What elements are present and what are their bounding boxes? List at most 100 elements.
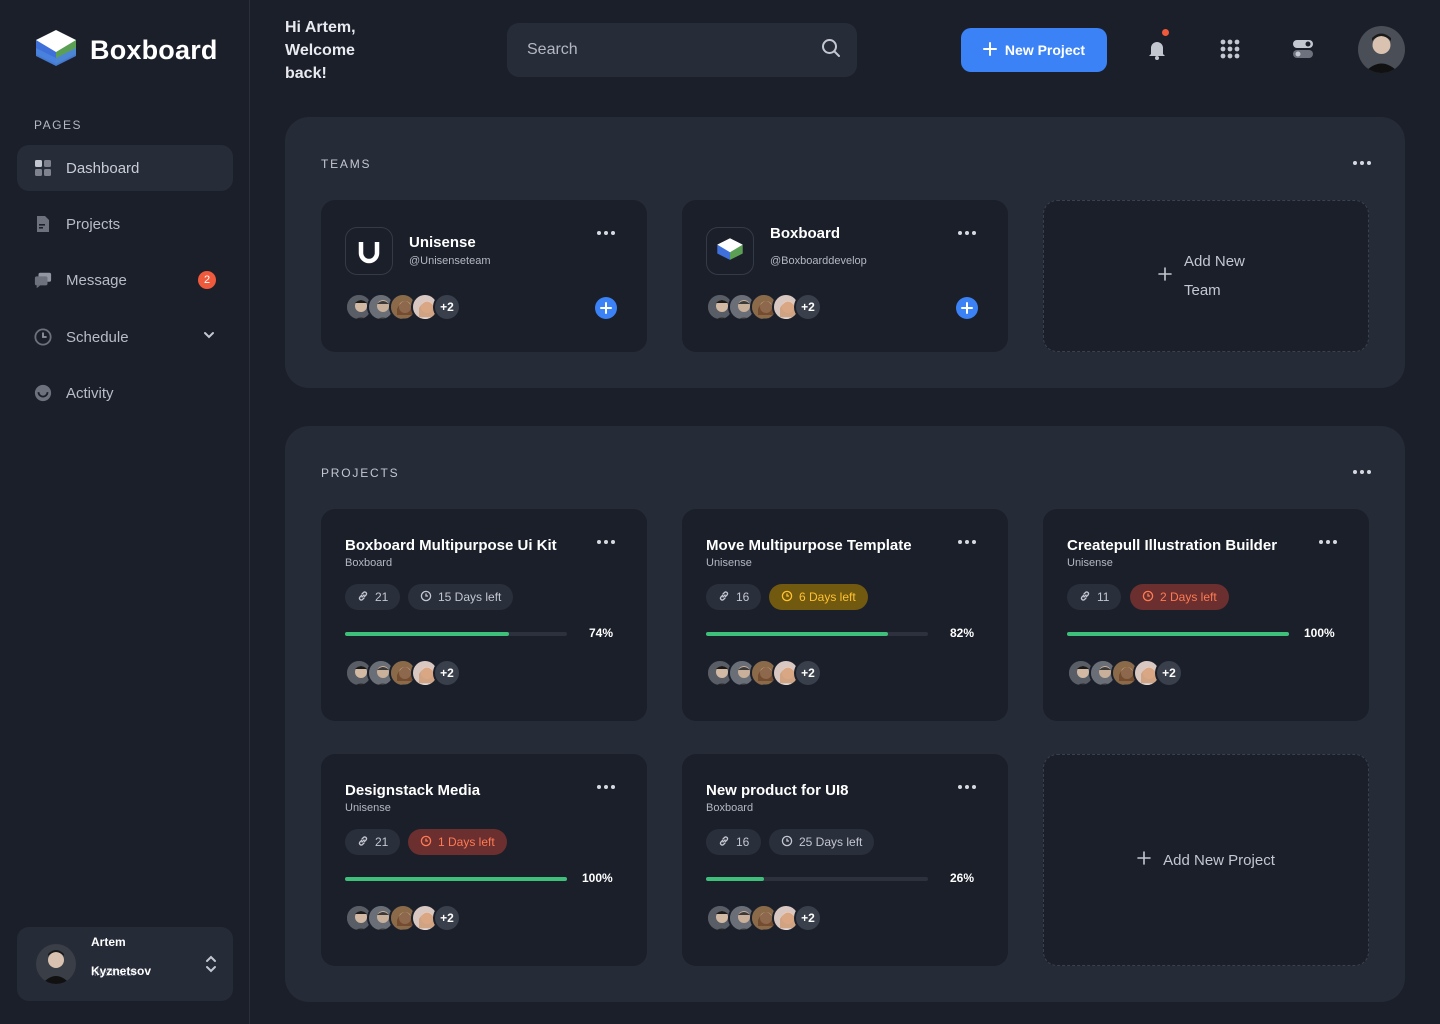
- progress-percent: 100%: [582, 871, 613, 885]
- sidebar-item-label: Projects: [66, 215, 121, 233]
- sidebar-item-label: Message: [66, 271, 127, 289]
- profile-avatar[interactable]: [1358, 26, 1405, 73]
- more-options-icon[interactable]: [1353, 470, 1371, 474]
- deadline-chip[interactable]: 25 Days left: [769, 829, 875, 855]
- project-client: Unisense: [345, 802, 391, 814]
- unisense-logo-icon: [345, 227, 393, 275]
- search-icon[interactable]: [821, 38, 841, 63]
- add-member-icon[interactable]: [595, 297, 617, 319]
- progress-percent: 100%: [1304, 626, 1335, 640]
- more-options-icon[interactable]: [597, 231, 615, 235]
- activity-icon: [34, 384, 52, 402]
- team-card-boxboard[interactable]: Boxboard @Boxboarddevelop +2: [682, 200, 1008, 352]
- more-members-count[interactable]: +2: [433, 659, 461, 687]
- progress-bar: [345, 877, 567, 881]
- project-members: +2: [706, 904, 822, 932]
- project-title: New product for UI8: [706, 782, 849, 799]
- link-icon: [718, 835, 730, 850]
- plus-icon: [1137, 851, 1151, 869]
- more-members-count[interactable]: +2: [433, 293, 461, 321]
- team-card-unisense[interactable]: Unisense @Unisenseteam +2: [321, 200, 647, 352]
- notification-bell-icon[interactable]: [1144, 29, 1170, 62]
- projects-section-title: PROJECTS: [321, 466, 400, 480]
- sidebar-item-label: Activity: [66, 384, 114, 402]
- attachments-count: 11: [1097, 590, 1110, 604]
- progress-fill: [706, 877, 764, 881]
- attachments-chip[interactable]: 21: [345, 584, 401, 610]
- deadline-text: 25 Days left: [799, 835, 863, 849]
- brand-logo[interactable]: Boxboard: [34, 28, 218, 72]
- pages-section-label: PAGES: [34, 118, 82, 132]
- user-profile-card[interactable]: Illustrator Artem Kyznetsov: [17, 927, 233, 1001]
- chevron-updown-icon[interactable]: [205, 953, 217, 980]
- team-handle: @Unisenseteam: [409, 255, 491, 267]
- progress-bar: [706, 877, 928, 881]
- add-new-team-label: Add New Team: [1184, 253, 1245, 299]
- more-members-count[interactable]: +2: [794, 904, 822, 932]
- deadline-text: 1 Days left: [438, 835, 495, 849]
- document-icon: [34, 215, 52, 233]
- more-options-icon[interactable]: [958, 785, 976, 789]
- deadline-text: 15 Days left: [438, 590, 502, 604]
- chevron-down-icon[interactable]: [202, 328, 216, 346]
- attachments-chip[interactable]: 16: [706, 584, 762, 610]
- progress-fill: [345, 632, 510, 636]
- project-card[interactable]: Unisense Designstack Media 21 1 Days lef…: [321, 754, 647, 966]
- more-options-icon[interactable]: [597, 785, 615, 789]
- sidebar-item-message[interactable]: Message 2: [17, 257, 233, 303]
- apps-grid-icon[interactable]: [1217, 36, 1243, 62]
- clock-icon: [781, 590, 793, 605]
- project-client: Unisense: [1067, 557, 1113, 569]
- sidebar-nav: Dashboard Projects Message 2 Schedule Ac…: [17, 145, 233, 426]
- project-card[interactable]: Boxboard New product for UI8 16 25 Days …: [682, 754, 1008, 966]
- more-options-icon[interactable]: [958, 231, 976, 235]
- team-name: Unisense: [409, 234, 476, 251]
- progress-bar: [706, 632, 928, 636]
- project-card[interactable]: Unisense Createpull Illustration Builder…: [1043, 509, 1369, 721]
- plus-icon: [982, 41, 997, 59]
- deadline-chip[interactable]: 6 Days left: [769, 584, 868, 610]
- more-options-icon[interactable]: [1319, 540, 1337, 544]
- new-project-button[interactable]: New Project: [961, 28, 1107, 72]
- more-members-count[interactable]: +2: [1155, 659, 1183, 687]
- clock-icon: [420, 590, 432, 605]
- more-members-count[interactable]: +2: [794, 293, 822, 321]
- sidebar-item-dashboard[interactable]: Dashboard: [17, 145, 233, 191]
- avatar: [36, 944, 76, 984]
- progress-fill: [345, 877, 567, 881]
- sidebar-item-projects[interactable]: Projects: [17, 201, 233, 247]
- message-icon: [34, 271, 52, 289]
- progress-bar: [345, 632, 567, 636]
- sidebar-item-activity[interactable]: Activity: [17, 370, 233, 416]
- deadline-chip[interactable]: 2 Days left: [1130, 584, 1229, 610]
- brand-name: Boxboard: [90, 34, 218, 65]
- add-new-project-button[interactable]: Add New Project: [1043, 754, 1369, 966]
- boxboard-logo-icon: [706, 227, 754, 275]
- more-members-count[interactable]: +2: [794, 659, 822, 687]
- sidebar-item-schedule[interactable]: Schedule: [17, 314, 233, 360]
- user-first-name: Artem: [91, 935, 126, 949]
- more-options-icon[interactable]: [597, 540, 615, 544]
- link-icon: [357, 590, 369, 605]
- search-input[interactable]: [527, 41, 821, 59]
- attachments-chip[interactable]: 11: [1067, 584, 1122, 610]
- project-title: Boxboard Multipurpose Ui Kit: [345, 537, 557, 554]
- more-options-icon[interactable]: [1353, 161, 1371, 165]
- deadline-chip[interactable]: 1 Days left: [408, 829, 507, 855]
- search-bar: [507, 23, 857, 77]
- teams-section-title: TEAMS: [321, 157, 372, 171]
- project-card[interactable]: Boxboard Boxboard Multipurpose Ui Kit 21…: [321, 509, 647, 721]
- more-options-icon[interactable]: [958, 540, 976, 544]
- sidebar-item-label: Schedule: [66, 328, 129, 346]
- attachments-chip[interactable]: 21: [345, 829, 401, 855]
- attachments-chip[interactable]: 16: [706, 829, 762, 855]
- toggle-settings-icon[interactable]: [1290, 36, 1316, 62]
- logo-icon: [34, 28, 78, 72]
- add-member-icon[interactable]: [956, 297, 978, 319]
- project-card[interactable]: Unisense Move Multipurpose Template 16 6…: [682, 509, 1008, 721]
- project-members: +2: [706, 659, 822, 687]
- team-members: +2: [706, 293, 822, 321]
- more-members-count[interactable]: +2: [433, 904, 461, 932]
- deadline-chip[interactable]: 15 Days left: [408, 584, 514, 610]
- add-new-team-button[interactable]: Add New Team: [1043, 200, 1369, 352]
